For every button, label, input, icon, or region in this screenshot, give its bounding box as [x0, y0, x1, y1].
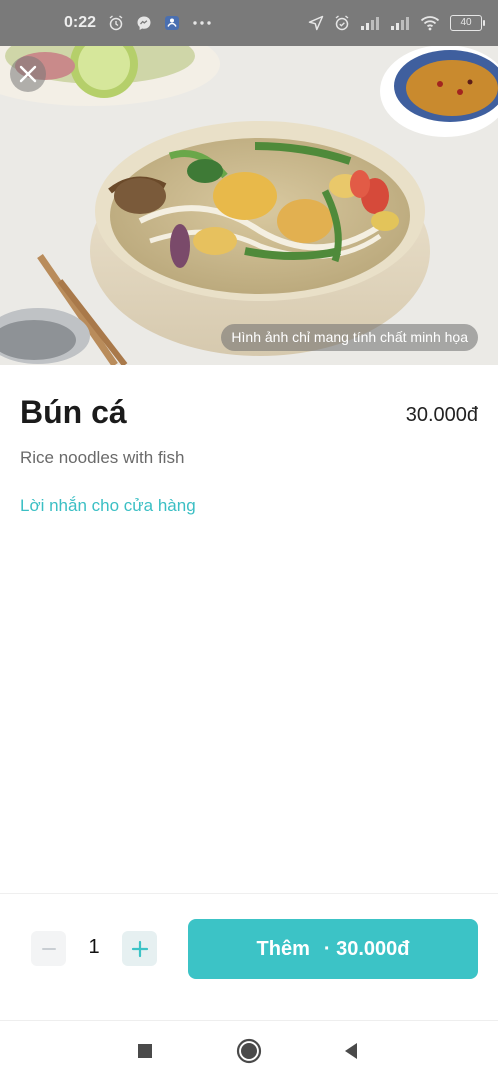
add-button-price: · 30.000đ: [323, 937, 410, 960]
close-icon: [19, 65, 37, 83]
product-name: Bún cá: [20, 394, 127, 430]
wifi-icon: [420, 16, 440, 31]
alarm-icon: [109, 15, 123, 31]
battery-indicator: 40: [450, 15, 485, 31]
app-notification-icon: [165, 16, 180, 30]
signal-icon-2: [391, 17, 409, 30]
add-button-label: Thêm: [256, 937, 310, 960]
location-icon: [308, 15, 324, 31]
status-time: 0:22: [64, 14, 97, 31]
product-description: Rice noodles with fish: [20, 448, 185, 467]
circle-icon: [236, 1038, 262, 1064]
status-right: 40: [308, 15, 485, 31]
increase-quantity-button[interactable]: [122, 931, 157, 966]
illustration-disclaimer: Hình ảnh chỉ mang tính chất minh họa: [221, 324, 478, 351]
quantity-value: 1: [88, 936, 100, 958]
add-to-cart-button[interactable]: Thêm · 30.000đ: [188, 919, 478, 979]
divider: [0, 893, 498, 894]
store-note-link[interactable]: Lời nhắn cho cửa hàng: [20, 496, 196, 516]
recent-apps-button[interactable]: [132, 1038, 158, 1064]
food-photo: [0, 46, 498, 365]
close-button[interactable]: [10, 56, 46, 92]
alarm-clock-icon: [335, 15, 349, 31]
more-notifications-icon: [193, 21, 211, 25]
decrease-quantity-button[interactable]: [31, 931, 66, 966]
product-image: [0, 46, 498, 365]
home-button[interactable]: [236, 1038, 262, 1064]
status-bar: 0:22 40: [0, 0, 498, 46]
back-button[interactable]: [338, 1038, 364, 1064]
navigation-bar: [0, 1021, 498, 1080]
minus-icon: [41, 947, 56, 950]
signal-icon: [361, 17, 379, 30]
plus-icon: [131, 940, 148, 957]
messenger-icon: [137, 16, 151, 30]
product-price: 30.000đ: [405, 404, 478, 426]
battery-level: 40: [460, 17, 472, 28]
square-icon: [138, 1044, 152, 1058]
back-triangle-icon: [345, 1043, 357, 1059]
status-left: 0:22: [64, 14, 212, 32]
